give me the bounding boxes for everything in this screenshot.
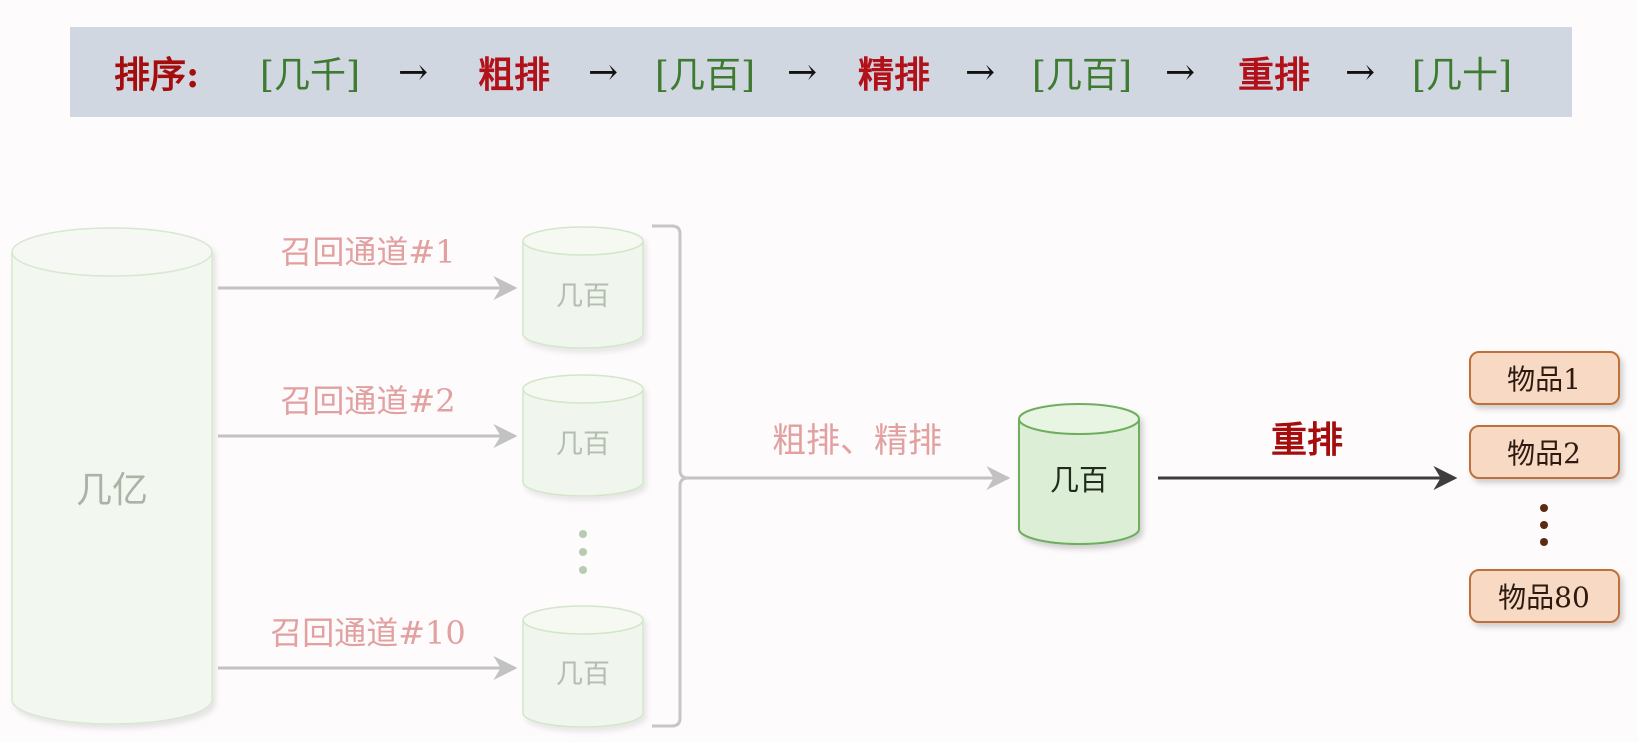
channel-label: 召回通道#2 — [280, 382, 455, 420]
channel-ellipsis-icon — [579, 530, 587, 574]
merge-bracket — [652, 224, 689, 728]
rerank-label: 重排 — [1271, 419, 1343, 461]
channel-database-label: 几百 — [556, 659, 610, 690]
channel-label: 召回通道#10 — [270, 614, 466, 652]
recall-pipeline-diagram: 几亿 召回通道#1 召回通道#2 召回通道#10 几百 几百 几百 粗排、精排 — [11, 224, 1620, 728]
item-label: 物品80 — [1498, 581, 1590, 614]
recall-channel-1: 召回通道#1 — [218, 233, 518, 300]
merged-database-label: 几百 — [1050, 463, 1108, 497]
item-label: 物品2 — [1507, 437, 1581, 470]
recall-channel-2: 召回通道#2 — [218, 382, 518, 448]
item-label: 物品1 — [1507, 363, 1581, 396]
channel-database-label: 几百 — [556, 429, 610, 460]
ranking-label: 粗排、精排 — [772, 421, 942, 461]
source-database-label: 几亿 — [76, 470, 148, 511]
channel-label: 召回通道#1 — [280, 233, 455, 271]
item-ellipsis-icon — [1540, 504, 1548, 546]
recall-channel-10: 召回通道#10 — [218, 614, 518, 680]
channel-database-label: 几百 — [556, 281, 610, 312]
